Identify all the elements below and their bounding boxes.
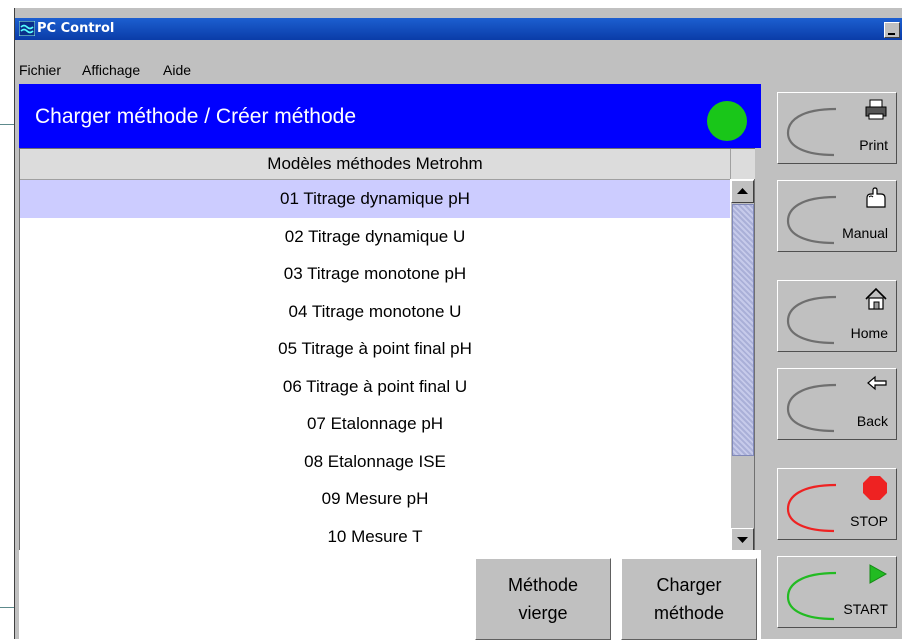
list-item[interactable]: 01 Titrage dynamique pH — [20, 180, 730, 218]
home-label: Home — [850, 325, 888, 341]
back-arrow-icon — [867, 375, 887, 391]
menu-fichier[interactable]: Fichier — [19, 62, 61, 78]
action-bar: Méthode vierge Charger méthode — [19, 550, 761, 640]
header-corner — [730, 149, 755, 179]
start-button[interactable]: START — [777, 556, 897, 628]
list-item[interactable]: 06 Titrage à point final U — [20, 368, 730, 406]
menu-bar: Fichier Affichage Aide — [15, 40, 902, 80]
triangle-up-icon — [737, 188, 748, 194]
menu-affichage[interactable]: Affichage — [82, 62, 140, 78]
triangle-down-icon — [737, 537, 748, 543]
play-icon — [869, 564, 888, 584]
print-button[interactable]: Print — [777, 92, 897, 164]
panel-header: Charger méthode / Créer méthode — [19, 84, 761, 148]
minimize-button[interactable] — [884, 22, 900, 38]
start-label: START — [843, 601, 888, 617]
app-icon — [19, 21, 35, 36]
edge-mark-top — [0, 124, 14, 125]
load-method-label-line2: méthode — [653, 603, 725, 623]
home-icon — [865, 287, 887, 310]
load-method-button[interactable]: Charger méthode — [621, 558, 757, 640]
edge-mark-bottom — [0, 607, 14, 608]
load-method-label-line1: Charger — [656, 575, 722, 595]
method-panel: Charger méthode / Créer méthode Modèles … — [19, 84, 761, 640]
stop-button[interactable]: STOP — [777, 468, 897, 540]
manual-button[interactable]: Manual — [777, 180, 897, 252]
vertical-scrollbar[interactable] — [731, 180, 754, 551]
list-rows: 01 Titrage dynamique pH 02 Titrage dynam… — [20, 180, 730, 551]
status-indicator — [707, 101, 747, 141]
blank-method-button[interactable]: Méthode vierge — [475, 558, 611, 640]
list-item[interactable]: 08 Etalonnage ISE — [20, 443, 730, 481]
list-item[interactable]: 05 Titrage à point final pH — [20, 330, 730, 368]
list-item[interactable]: 07 Etalonnage pH — [20, 405, 730, 443]
hand-icon — [866, 187, 886, 208]
print-label: Print — [859, 137, 888, 153]
stop-icon — [863, 476, 887, 500]
manual-label: Manual — [842, 225, 888, 241]
side-toolbar: Print Manual Home Back STOP START — [765, 84, 902, 639]
window-title: PC Control — [37, 21, 115, 36]
method-list: Modèles méthodes Metrohm 01 Titrage dyna… — [19, 148, 755, 552]
back-button[interactable]: Back — [777, 368, 897, 440]
list-column-header[interactable]: Modèles méthodes Metrohm — [20, 149, 730, 180]
list-item[interactable]: 03 Titrage monotone pH — [20, 255, 730, 293]
scroll-up-button[interactable] — [731, 180, 754, 203]
pc-control-window: PC Control Fichier Affichage Aide Charge… — [14, 8, 902, 640]
back-label: Back — [856, 413, 888, 429]
printer-icon — [865, 99, 887, 120]
list-item[interactable]: 02 Titrage dynamique U — [20, 218, 730, 256]
scrollbar-thumb[interactable] — [732, 204, 754, 456]
stop-label: STOP — [850, 513, 888, 529]
blank-method-label-line1: Méthode — [507, 575, 579, 595]
blank-method-label-line2: vierge — [518, 603, 568, 623]
list-item[interactable]: 09 Mesure pH — [20, 480, 730, 518]
home-button[interactable]: Home — [777, 280, 897, 352]
scroll-down-button[interactable] — [731, 528, 754, 551]
list-item[interactable]: 10 Mesure T — [20, 518, 730, 552]
menu-aide[interactable]: Aide — [163, 62, 191, 78]
title-bar[interactable]: PC Control — [15, 18, 902, 40]
panel-title: Charger méthode / Créer méthode — [35, 105, 356, 128]
list-item[interactable]: 04 Titrage monotone U — [20, 293, 730, 331]
